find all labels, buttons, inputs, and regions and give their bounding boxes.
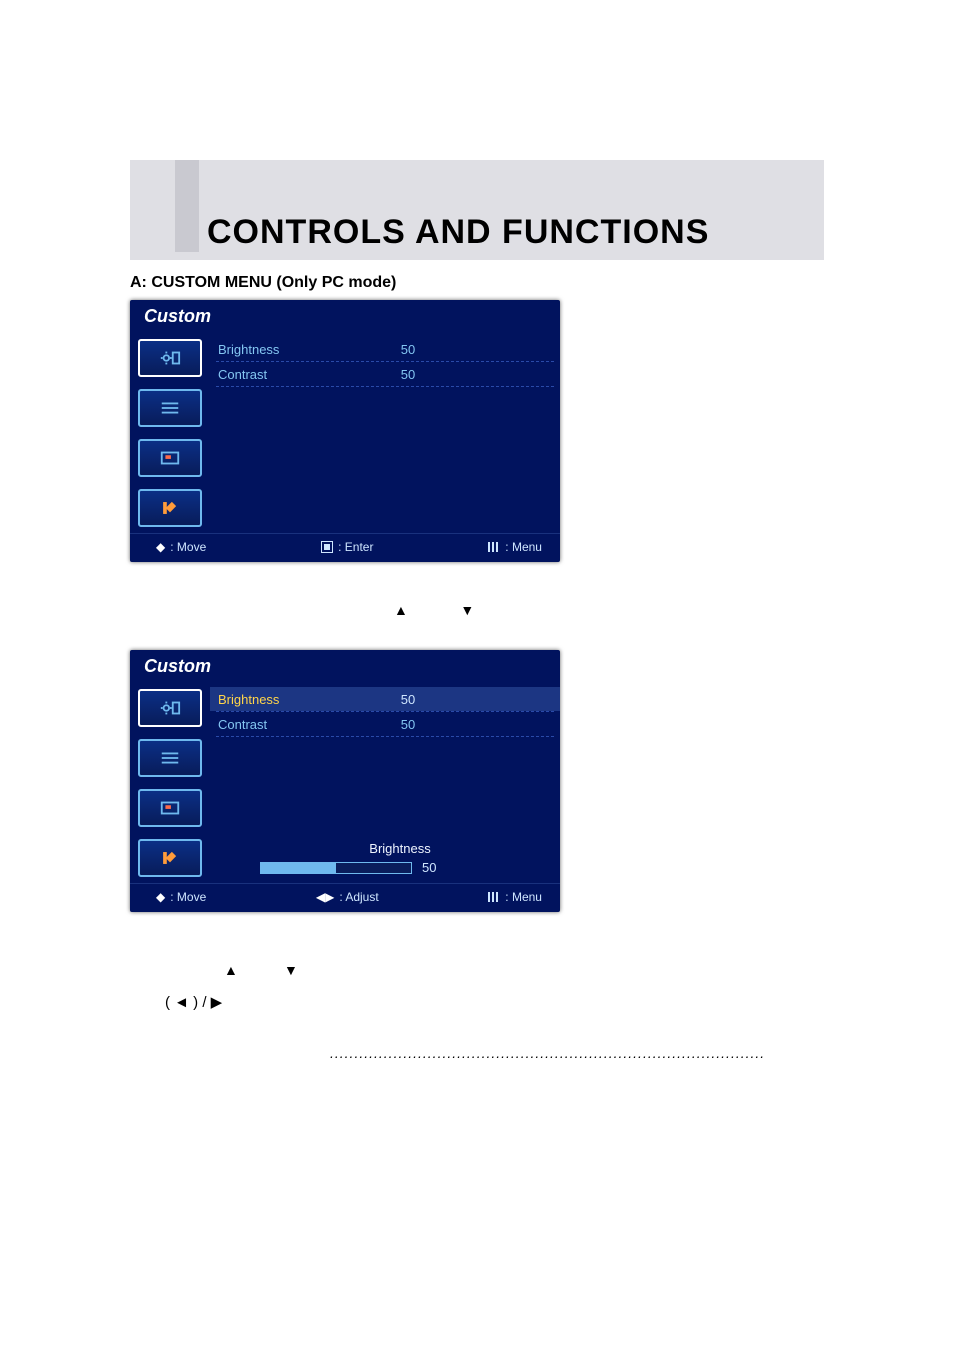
footer-adjust-label: : Adjust [339, 890, 378, 904]
footer-menu-label: : Menu [505, 540, 542, 554]
row-label: Contrast [218, 367, 368, 382]
row-value: 50 [368, 692, 448, 707]
footer-menu: : Menu [488, 540, 542, 554]
enter-icon [321, 541, 333, 553]
footer-menu: : Menu [488, 890, 542, 904]
bars-tab-icon[interactable] [138, 739, 202, 777]
row-label: Contrast [218, 717, 368, 732]
osd1-footer: ◆: Move : Enter : Menu [130, 533, 560, 562]
brightness-slider[interactable] [260, 862, 412, 874]
bars-tab-icon[interactable] [138, 389, 202, 427]
setup-tab-icon[interactable] [138, 489, 202, 527]
osd2-footer: ◆: Move ◀▶: Adjust : Menu [130, 883, 560, 912]
symbol-row-2: ( ◄ ) / ▶ [165, 993, 824, 1011]
osd-window-1: Custom Brightness 50 [130, 300, 560, 562]
screen-tab-icon[interactable] [138, 439, 202, 477]
custom-tab-icon[interactable] [138, 689, 202, 727]
osd1-sidebar [130, 333, 210, 533]
slider-label: Brightness [260, 841, 540, 856]
menu-row-contrast[interactable]: Contrast 50 [210, 712, 560, 736]
footer-menu-label: : Menu [505, 890, 542, 904]
footer-move: ◆: Move [156, 540, 206, 554]
menu-row-brightness[interactable]: Brightness 50 [210, 337, 560, 361]
menu-icon [488, 542, 500, 552]
menu-row-contrast[interactable]: Contrast 50 [210, 362, 560, 386]
section-label: A: CUSTOM MENU (Only PC mode) [130, 274, 824, 292]
footer-enter: : Enter [321, 540, 373, 554]
setup-tab-icon[interactable] [138, 839, 202, 877]
up-arrow-icon: ▲ [390, 602, 412, 618]
row-label: Brightness [218, 342, 368, 357]
osd2-title: Custom [130, 650, 560, 683]
footer-enter-label: : Enter [338, 540, 373, 554]
header-accent [175, 160, 199, 252]
down-arrow-icon: ▼ [456, 602, 478, 618]
osd1-title: Custom [130, 300, 560, 333]
row-value: 50 [368, 342, 448, 357]
osd-window-2: Custom Brightness 50 [130, 650, 560, 912]
row-value: 50 [368, 717, 448, 732]
menu-icon [488, 892, 500, 902]
footer-move-label: : Move [170, 540, 206, 554]
osd2-sidebar [130, 683, 210, 883]
slider-value: 50 [422, 860, 436, 875]
mid-arrow-row: ▲ ▼ [390, 602, 824, 620]
footer-move: ◆: Move [156, 890, 206, 904]
osd1-content: Brightness 50 Contrast 50 [210, 333, 560, 533]
row-value: 50 [368, 367, 448, 382]
osd2-content: Brightness 50 Contrast 50 Brightness 50 [210, 683, 560, 883]
page-title: CONTROLS AND FUNCTIONS [207, 213, 709, 252]
menu-row-brightness[interactable]: Brightness 50 [210, 687, 560, 711]
page-header: CONTROLS AND FUNCTIONS [130, 160, 824, 260]
symbol-row-1: ▲ ▼ [220, 962, 824, 979]
brightness-slider-block: Brightness 50 [260, 841, 540, 875]
row-label: Brightness [218, 692, 368, 707]
dotted-divider: ........................................… [330, 1045, 824, 1061]
down-arrow-icon: ▼ [280, 962, 302, 978]
footer-move-label: : Move [170, 890, 206, 904]
custom-tab-icon[interactable] [138, 339, 202, 377]
screen-tab-icon[interactable] [138, 789, 202, 827]
up-arrow-icon: ▲ [220, 962, 242, 978]
footer-adjust: ◀▶: Adjust [316, 890, 379, 904]
